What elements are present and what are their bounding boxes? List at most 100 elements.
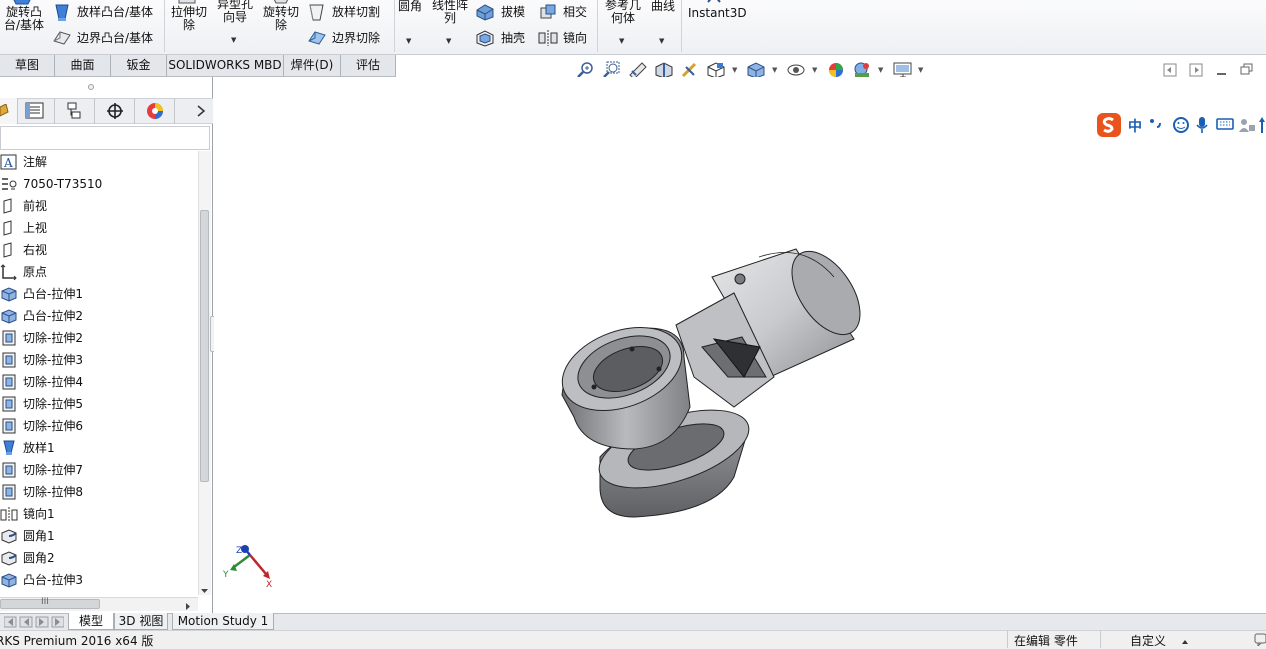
draft-icon[interactable]: [475, 3, 495, 24]
tab-solidworks-mbd[interactable]: SOLIDWORKS MBD: [167, 55, 284, 76]
revolve-cut-label: 旋转切 除: [262, 5, 299, 32]
display-style-dropdown-icon[interactable]: ▼: [772, 66, 777, 74]
tab-motion-study-1[interactable]: Motion Study 1: [172, 613, 274, 630]
tab-evaluate[interactable]: 评估: [341, 55, 396, 76]
hole-wizard-dropdown-icon[interactable]: ▼: [231, 36, 236, 44]
reference-geometry-button[interactable]: 参考几 何体: [600, 0, 646, 25]
first-tab-icon[interactable]: [3, 616, 65, 631]
revolve-cut-button[interactable]: 旋转切 除: [258, 6, 304, 32]
curves-dropdown-icon[interactable]: ▼: [659, 37, 664, 45]
loft-boss-button[interactable]: 放样凸台/基体: [77, 6, 153, 19]
boundary-boss-icon[interactable]: [52, 29, 72, 50]
tab-model[interactable]: 模型: [68, 613, 114, 630]
tree-node[interactable]: 前视: [0, 195, 198, 217]
tree-node[interactable]: 切除-拉伸2: [0, 327, 198, 349]
view-settings-dropdown-icon[interactable]: ▼: [918, 66, 923, 74]
emoji-icon[interactable]: [1172, 116, 1190, 137]
status-comment-icon[interactable]: [1254, 632, 1266, 649]
tab-surfaces[interactable]: 曲面: [55, 55, 111, 76]
tree-node[interactable]: 切除-拉伸7: [0, 459, 198, 481]
material-icon: [0, 176, 18, 192]
tree-node[interactable]: 凸台-拉伸2: [0, 305, 198, 327]
linear-pattern-button[interactable]: 线性阵 列: [428, 0, 472, 25]
tree-node-label: 放样1: [23, 441, 55, 455]
cut-extrude-icon: [0, 396, 18, 412]
ime-lang-label[interactable]: 中: [1128, 116, 1142, 136]
reference-geometry-label: 参考几 何体: [604, 0, 641, 25]
feature-tree-filter[interactable]: [0, 126, 210, 150]
linear-pattern-dropdown-icon[interactable]: ▼: [446, 37, 451, 45]
tree-node[interactable]: 切除-拉伸8: [0, 481, 198, 503]
tree-scroll-thumb[interactable]: [200, 210, 209, 482]
tab-sheet-metal[interactable]: 钣金: [111, 55, 167, 76]
extrude-cut-button[interactable]: 拉伸切 除: [166, 6, 212, 32]
tree-node-label: 切除-拉伸8: [23, 485, 83, 499]
boundary-boss-button[interactable]: 边界凸台/基体: [77, 32, 153, 45]
curves-button[interactable]: 曲线: [648, 0, 678, 13]
property-manager-icon: [25, 102, 45, 123]
tree-node[interactable]: 放样1: [0, 437, 198, 459]
tab-display-manager[interactable]: [135, 98, 175, 124]
loft-cut-button[interactable]: 放样切割: [332, 6, 380, 19]
tab-weldments[interactable]: 焊件(D): [284, 55, 341, 76]
loft-cut-icon[interactable]: [307, 3, 327, 26]
fillet-button[interactable]: 圆角: [396, 0, 424, 13]
tab-configuration-manager[interactable]: [55, 98, 95, 124]
tree-scroll-down-icon[interactable]: [200, 584, 209, 598]
tree-node[interactable]: 切除-拉伸3: [0, 349, 198, 371]
tree-node[interactable]: 上视: [0, 217, 198, 239]
hide-show-dropdown-icon[interactable]: ▼: [812, 66, 817, 74]
tree-hscroll-thumb[interactable]: III: [0, 597, 100, 609]
tree-node[interactable]: 右视: [0, 239, 198, 261]
tree-node[interactable]: A 注解: [0, 151, 198, 173]
tree-node[interactable]: 圆角2: [0, 547, 198, 569]
revolve-boss-button[interactable]: 旋转凸 台/基体: [2, 6, 46, 32]
tree-node[interactable]: 切除-拉伸5: [0, 393, 198, 415]
view-orientation-dropdown-icon[interactable]: ▼: [732, 66, 737, 74]
tree-node-label: 切除-拉伸4: [23, 375, 83, 389]
status-units[interactable]: 自定义: [1130, 632, 1166, 649]
boundary-cut-icon[interactable]: [307, 29, 327, 50]
units-dropdown-icon[interactable]: [1181, 635, 1189, 649]
mirror-icon: [0, 506, 18, 522]
graphics-area[interactable]: X Y Z: [214, 77, 1266, 613]
user-icon[interactable]: [1238, 117, 1256, 136]
tree-node[interactable]: 圆角1: [0, 525, 198, 547]
loft-boss-icon[interactable]: [53, 3, 71, 26]
shell-icon[interactable]: [475, 29, 495, 50]
tab-sketch[interactable]: 草图: [0, 55, 55, 76]
hole-wizard-button[interactable]: 异型孔 向导: [212, 0, 258, 24]
part-model-view[interactable]: X Y Z: [214, 77, 1266, 613]
apply-scene-dropdown-icon[interactable]: ▼: [878, 66, 883, 74]
boundary-cut-button[interactable]: 边界切除: [332, 32, 380, 45]
cut-extrude-icon: [0, 374, 18, 390]
panel-grip[interactable]: [88, 84, 94, 90]
tree-node[interactable]: 7050-T73510: [0, 173, 198, 195]
tree-node-label: 镜向1: [23, 507, 55, 521]
fillet-dropdown-icon[interactable]: ▼: [406, 37, 411, 45]
sogou-logo-icon[interactable]: [1096, 112, 1122, 141]
shell-button[interactable]: 抽壳: [501, 32, 525, 45]
tree-node[interactable]: 镜向1: [0, 503, 198, 525]
keyboard-icon[interactable]: [1216, 117, 1234, 134]
draft-button[interactable]: 拔模: [501, 6, 525, 19]
tree-node[interactable]: 切除-拉伸4: [0, 371, 198, 393]
intersect-icon[interactable]: [538, 3, 558, 24]
tree-node[interactable]: 切除-拉伸6: [0, 415, 198, 437]
tree-node[interactable]: 凸台-拉伸3: [0, 569, 198, 591]
mirror-icon[interactable]: [538, 29, 558, 50]
punctuation-icon[interactable]: [1148, 117, 1164, 134]
mirror-button[interactable]: 镜向: [563, 32, 587, 45]
reference-geometry-dropdown-icon[interactable]: ▼: [619, 37, 624, 45]
tree-node[interactable]: 原点: [0, 261, 198, 283]
panel-expand-arrow-icon[interactable]: [196, 104, 206, 121]
instant3d-button[interactable]: Instant3D: [688, 7, 747, 20]
ime-more-icon[interactable]: [1258, 116, 1266, 137]
microphone-icon[interactable]: [1194, 116, 1210, 137]
tab-3d-views[interactable]: 3D 视图: [114, 613, 168, 630]
tree-scroll-right-icon[interactable]: [184, 600, 192, 614]
tab-dimxpert-manager[interactable]: [95, 98, 135, 124]
tree-node[interactable]: 凸台-拉伸1: [0, 283, 198, 305]
intersect-button[interactable]: 相交: [563, 6, 587, 19]
tab-property-manager[interactable]: [15, 98, 55, 124]
